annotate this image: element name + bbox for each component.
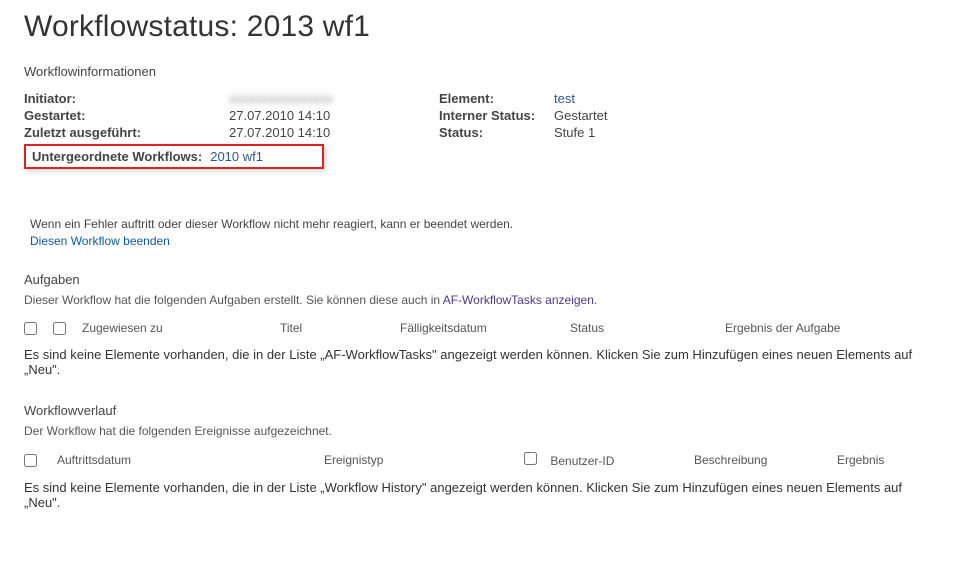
history-heading: Workflowverlauf — [24, 403, 937, 418]
history-col-result[interactable]: Ergebnis — [837, 453, 937, 467]
tasks-col-status[interactable]: Status — [570, 321, 725, 335]
tasks-empty-message: Es sind keine Elemente vorhanden, die in… — [24, 347, 937, 377]
value-internal-status: Gestartet — [554, 108, 937, 123]
tasks-col-assigned[interactable]: Zugewiesen zu — [82, 321, 163, 335]
history-table-header: Auftrittsdatum Ereignistyp Benutzer-ID B… — [24, 450, 937, 470]
tasks-desc-suffix: . — [594, 293, 597, 307]
tasks-assigned-filter-checkbox[interactable] — [53, 322, 66, 335]
tasks-col-title[interactable]: Titel — [280, 321, 400, 335]
error-terminate-text: Wenn ein Fehler auftritt oder dieser Wor… — [30, 217, 937, 231]
workflow-info-heading: Workflowinformationen — [24, 64, 937, 79]
tasks-select-all-checkbox[interactable] — [24, 322, 37, 335]
error-terminate-block: Wenn ein Fehler auftritt oder dieser Wor… — [24, 217, 937, 248]
history-select-all-checkbox[interactable] — [24, 454, 37, 467]
label-status: Status: — [439, 125, 554, 140]
tasks-list-link[interactable]: AF-WorkflowTasks anzeigen — [443, 293, 594, 307]
value-element-link[interactable]: test — [554, 91, 937, 106]
label-internal-status: Interner Status: — [439, 108, 554, 123]
history-empty-message: Es sind keine Elemente vorhanden, die in… — [24, 480, 937, 510]
label-last-run: Zuletzt ausgeführt: — [24, 125, 229, 140]
history-col-description[interactable]: Beschreibung — [694, 453, 837, 467]
child-workflows-highlight: Untergeordnete Workflows: 2010 wf1 — [24, 144, 324, 169]
tasks-col-due[interactable]: Fälligkeitsdatum — [400, 321, 570, 335]
tasks-description: Dieser Workflow hat die folgenden Aufgab… — [24, 293, 937, 307]
value-last-run: 27.07.2010 14:10 — [229, 125, 439, 140]
label-initiator: Initiator: — [24, 91, 229, 106]
value-initiator: xxxxxxxxxxxxxxxx — [229, 91, 439, 106]
label-child-workflows: Untergeordnete Workflows: — [32, 149, 202, 164]
tasks-heading: Aufgaben — [24, 272, 937, 287]
tasks-desc-prefix: Dieser Workflow hat die folgenden Aufgab… — [24, 293, 443, 307]
value-started: 27.07.2010 14:10 — [229, 108, 439, 123]
tasks-table-header: Zugewiesen zu Titel Fälligkeitsdatum Sta… — [24, 319, 937, 337]
history-col-event-type[interactable]: Ereignistyp — [324, 453, 383, 467]
history-user-filter-checkbox[interactable] — [524, 452, 537, 465]
tasks-col-outcome[interactable]: Ergebnis der Aufgabe — [725, 321, 937, 335]
terminate-workflow-link[interactable]: Diesen Workflow beenden — [30, 234, 937, 248]
label-started: Gestartet: — [24, 108, 229, 123]
page-title: Workflowstatus: 2013 wf1 — [24, 10, 937, 44]
history-description: Der Workflow hat die folgenden Ereigniss… — [24, 424, 937, 438]
label-element: Element: — [439, 91, 554, 106]
history-col-user-id[interactable]: Benutzer-ID — [550, 454, 614, 468]
history-col-date[interactable]: Auftrittsdatum — [57, 453, 131, 467]
value-status: Stufe 1 — [554, 125, 937, 140]
workflow-info-grid: Initiator: Gestartet: Zuletzt ausgeführt… — [24, 91, 937, 140]
child-workflow-link[interactable]: 2010 wf1 — [210, 149, 263, 164]
